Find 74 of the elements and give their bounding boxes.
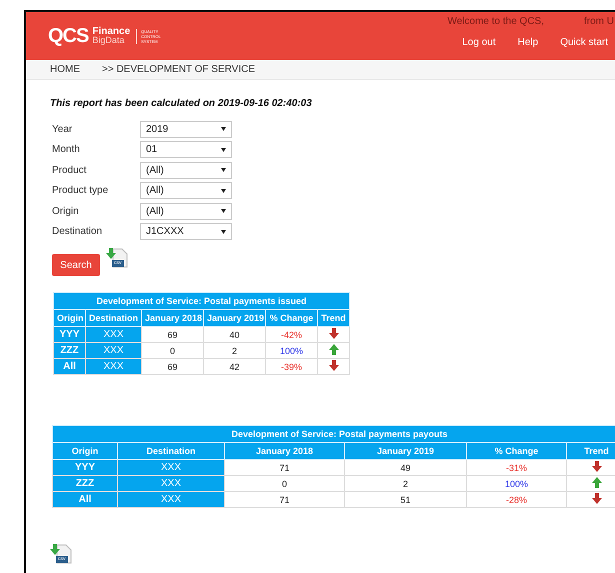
header-link[interactable]: Help xyxy=(518,37,538,48)
column-header: Origin xyxy=(54,310,86,326)
filter-label: Product xyxy=(52,164,88,176)
column-header: January 2018 xyxy=(142,310,204,326)
table-cell: -31% xyxy=(466,460,566,476)
table-cell: 49 xyxy=(344,460,466,476)
table-cell: ZZZ xyxy=(54,342,86,358)
table-cell: YYY xyxy=(52,460,118,476)
table-cell: XXX xyxy=(86,358,142,374)
column-header: % Change xyxy=(466,442,566,460)
table-cell: 2 xyxy=(344,476,466,492)
column-header: Origin xyxy=(52,442,118,460)
column-header: Destination xyxy=(118,442,224,460)
report-note: This report has been calculated on 2019-09-16 02:40:03 xyxy=(50,98,313,109)
filter-label: Destination xyxy=(52,226,104,238)
logo-text: QCS xyxy=(48,24,88,48)
table-cell: YYY xyxy=(54,326,86,342)
dropdown-caret-icon xyxy=(221,168,226,172)
column-header: January 2019 xyxy=(344,442,466,460)
dropdown-caret-icon xyxy=(221,188,226,193)
breadcrumb-link[interactable]: >> DEVELOPMENT OF SERVICE xyxy=(102,64,256,75)
table-cell: -42% xyxy=(266,326,318,342)
filter-dropdown[interactable]: (All) xyxy=(140,162,232,179)
table-cell: 2 xyxy=(204,342,266,358)
dropdown-caret-icon xyxy=(221,127,226,132)
filter-label: Month xyxy=(52,144,81,156)
table-cell: 0 xyxy=(142,342,204,358)
dropdown-caret-icon xyxy=(221,209,226,214)
table-cell: 51 xyxy=(344,492,466,508)
table-cell: 100% xyxy=(466,476,566,492)
header-link[interactable]: Log out xyxy=(462,37,496,48)
table-cell: 71 xyxy=(224,460,344,476)
table-cell: 69 xyxy=(142,326,204,342)
table-cell: 42 xyxy=(204,358,266,374)
table-cell: XXX xyxy=(86,342,142,358)
welcome-text: from U xyxy=(584,16,614,27)
table-cell: 71 xyxy=(224,492,344,508)
filter-dropdown[interactable]: J1CXXX xyxy=(140,223,232,240)
column-header: % Change xyxy=(266,310,318,326)
table-cell: XXX xyxy=(118,492,224,508)
table-cell: 100% xyxy=(266,342,318,358)
table-cell: All xyxy=(52,492,118,508)
table-title: Development of Service: Postal payments issued xyxy=(54,292,350,310)
table-title: Development of Service: Postal payments payouts xyxy=(52,426,615,442)
column-header: Trend xyxy=(566,442,615,460)
table-cell: 40 xyxy=(204,326,266,342)
filter-dropdown[interactable]: (All) xyxy=(140,202,232,220)
table-cell: -28% xyxy=(466,492,566,508)
table-cell: -39% xyxy=(266,358,318,374)
filter-dropdown[interactable]: 01 xyxy=(140,141,232,158)
dropdown-caret-icon xyxy=(221,148,226,152)
filter-label: Origin xyxy=(52,206,80,217)
filter-label: Year xyxy=(52,124,74,135)
column-header: January 2018 xyxy=(224,442,344,460)
table-cell: XXX xyxy=(118,476,224,492)
logo-text: Finance xyxy=(92,27,130,36)
filter-dropdown[interactable]: (All) xyxy=(140,182,232,200)
column-header: January 2019 xyxy=(204,310,266,326)
logo-text: BigData xyxy=(92,36,126,45)
table-cell: All xyxy=(54,358,86,374)
column-header: Trend xyxy=(318,310,350,326)
search-button[interactable]: Search xyxy=(52,254,100,276)
table-cell: XXX xyxy=(86,326,142,342)
dropdown-caret-icon xyxy=(221,230,226,234)
welcome-text: Welcome to the QCS, xyxy=(447,16,544,27)
table-cell: ZZZ xyxy=(52,476,118,492)
table-cell: 0 xyxy=(224,476,344,492)
header-link[interactable]: Quick start xyxy=(560,37,608,48)
column-header: Destination xyxy=(86,310,142,326)
filter-label: Product type xyxy=(52,185,110,196)
breadcrumb-link[interactable]: HOME xyxy=(50,64,80,75)
filter-dropdown[interactable]: 2019 xyxy=(140,120,232,138)
table-cell: 69 xyxy=(142,358,204,374)
table-cell: XXX xyxy=(118,460,224,476)
